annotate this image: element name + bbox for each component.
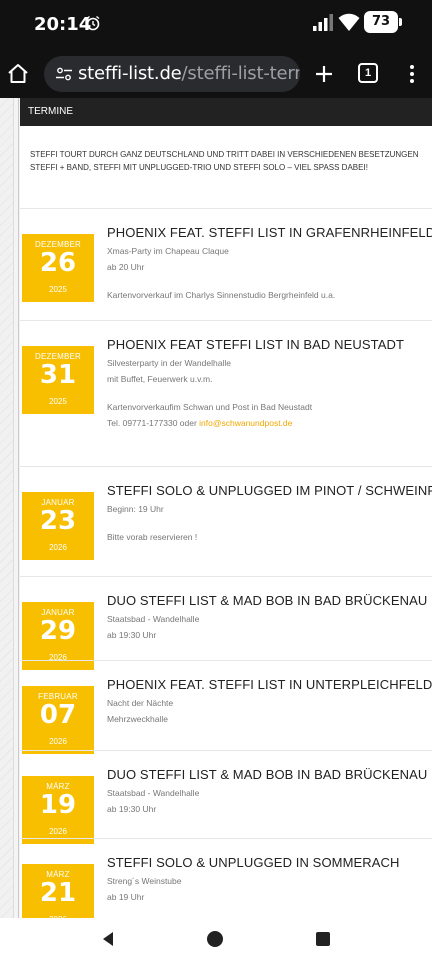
- url-domain: steffi-list.de: [78, 63, 182, 84]
- event-title[interactable]: DUO STEFFI LIST & MAD BOB IN BAD BRÜCKEN…: [107, 593, 427, 608]
- event-detail: Bitte vorab reservieren !: [107, 532, 197, 542]
- page-background-pattern: [0, 98, 14, 918]
- event-separator: [20, 466, 432, 467]
- event-day: 26: [39, 248, 77, 278]
- event-detail-text: Nacht der Nächte: [107, 698, 174, 708]
- event-date-badge: DEZEMBER 31 2025: [22, 346, 94, 414]
- event-detail: Kartenvorverkauf im Charlys Sinnenstudio…: [107, 290, 335, 300]
- event-detail-text: Kartenvorverkaufim Schwan und Post in Ba…: [107, 402, 313, 412]
- recent-apps-icon[interactable]: [316, 932, 330, 946]
- event-detail-text: ab 19:30 Uhr: [107, 804, 157, 814]
- event-detail-text: Bitte vorab reservieren !: [107, 532, 198, 542]
- event-year: 2025: [49, 397, 67, 406]
- tab-switcher-button[interactable]: 1: [358, 63, 378, 83]
- browser-toolbar: steffi-list.de/steffi-list-term 1: [0, 50, 432, 98]
- event-detail: Staatsbad - Wandelhalle: [107, 788, 199, 798]
- new-tab-icon[interactable]: [312, 62, 336, 86]
- status-time: 20:14: [34, 14, 92, 35]
- main-content: TERMINE STEFFI TOURT DURCH GANZ DEUTSCHL…: [20, 98, 432, 918]
- back-icon[interactable]: [100, 931, 116, 947]
- event-detail: Tel. 09771-177330 oder info@schwanundpos…: [107, 418, 292, 428]
- intro-line: STEFFI + BAND, STEFFI MIT UNPLUGGED-TRIO…: [30, 163, 368, 172]
- url-text: steffi-list.de/steffi-list-term: [78, 63, 300, 84]
- system-nav-bar: [0, 918, 432, 960]
- event-detail-text: ab 19:30 Uhr: [107, 630, 157, 640]
- event-year: 2025: [49, 285, 67, 294]
- event-separator: [20, 660, 432, 661]
- event-detail-text: Xmas-Party im Chapeau Claque: [107, 246, 229, 256]
- event-detail-text: Tel. 09771-177330 oder: [107, 418, 200, 428]
- event-day: 07: [39, 700, 77, 730]
- event-detail: Staatsbad - Wandelhalle: [107, 614, 199, 624]
- event-separator: [20, 750, 432, 751]
- event-detail: Kartenvorverkaufim Schwan und Post in Ba…: [107, 402, 312, 412]
- event-detail-text: mit Buffet, Feuerwerk u.v.m.: [107, 374, 213, 384]
- event-year: 2026: [49, 827, 67, 836]
- wifi-icon: [338, 13, 360, 31]
- event-day: 31: [39, 360, 77, 390]
- status-bar: 20:14 73: [0, 0, 432, 50]
- event-date-badge: MÄRZ212026: [22, 864, 94, 918]
- event-email-link[interactable]: info@schwanundpost.de: [199, 418, 292, 428]
- url-path: /steffi-list-term: [181, 63, 300, 84]
- event-detail-text: ab 20 Uhr: [107, 262, 145, 272]
- event-detail-text: Staatsbad - Wandelhalle: [107, 614, 200, 624]
- alarm-icon: [86, 15, 100, 31]
- home-icon[interactable]: [6, 62, 30, 86]
- event-detail-text: Streng´s Weinstube: [107, 876, 182, 886]
- event-day: 21: [39, 878, 77, 908]
- home-nav-icon[interactable]: [207, 931, 223, 947]
- event-title[interactable]: PHOENIX FEAT STEFFI LIST IN BAD NEUSTADT: [107, 337, 404, 352]
- battery-icon: 73: [364, 11, 402, 33]
- address-bar[interactable]: steffi-list.de/steffi-list-term: [44, 56, 300, 92]
- event-detail-text: Kartenvorverkauf im Charlys Sinnenstudio…: [107, 290, 336, 300]
- intro-text: STEFFI TOURT DURCH GANZ DEUTSCHLAND UND …: [30, 148, 432, 174]
- event-detail: ab 19:30 Uhr: [107, 630, 156, 640]
- event-detail-text: Beginn: 19 Uhr: [107, 504, 164, 514]
- web-page[interactable]: TERMINE STEFFI TOURT DURCH GANZ DEUTSCHL…: [0, 98, 432, 918]
- event-detail: Streng´s Weinstube: [107, 876, 182, 886]
- event-title[interactable]: PHOENIX FEAT. STEFFI LIST IN GRAFENRHEIN…: [107, 225, 432, 240]
- section-title-bar: TERMINE: [20, 98, 432, 126]
- event-detail-text: ab 19 Uhr: [107, 892, 145, 902]
- event-date-badge: JANUAR 23 2026: [22, 492, 94, 560]
- event-detail-text: Silvesterparty in der Wandelhalle: [107, 358, 231, 368]
- event-detail: mit Buffet, Feuerwerk u.v.m.: [107, 374, 213, 384]
- event-detail: ab 19:30 Uhr: [107, 804, 156, 814]
- page-border: [18, 98, 19, 918]
- event-separator: [20, 838, 432, 839]
- more-menu-icon[interactable]: [400, 62, 424, 86]
- event-detail: Nacht der Nächte: [107, 698, 173, 708]
- event-date-badge: FEBRUAR 07 2026: [22, 686, 94, 754]
- event-title[interactable]: PHOENIX FEAT. STEFFI LIST IN UNTERPLEICH…: [107, 677, 432, 692]
- event-year: 2026: [49, 737, 67, 746]
- signal-icon: [313, 14, 333, 31]
- event-year: 2026: [49, 543, 67, 552]
- event-separator: [20, 208, 432, 209]
- event-day: 23: [39, 506, 77, 536]
- event-day: 19: [39, 790, 77, 820]
- site-settings-icon[interactable]: [56, 67, 72, 81]
- event-detail-text: Mehrzweckhalle: [107, 714, 168, 724]
- event-date-badge: MÄRZ 19 2026: [22, 776, 94, 844]
- event-detail: Beginn: 19 Uhr: [107, 504, 164, 514]
- event-detail: Xmas-Party im Chapeau Claque: [107, 246, 229, 256]
- event-date-badge: DEZEMBER 26 2025: [22, 234, 94, 302]
- event-separator: [20, 320, 432, 321]
- event-detail: ab 19 Uhr: [107, 892, 144, 902]
- intro-line: STEFFI TOURT DURCH GANZ DEUTSCHLAND UND …: [30, 150, 419, 159]
- event-detail: Mehrzweckhalle: [107, 714, 168, 724]
- event-title[interactable]: STEFFI SOLO & UNPLUGGED IM PINOT / SCHWE…: [107, 483, 432, 498]
- event-title[interactable]: DUO STEFFI LIST & MAD BOB IN BAD BRÜCKEN…: [107, 767, 427, 782]
- event-day: 29: [39, 616, 77, 646]
- event-detail: ab 20 Uhr: [107, 262, 144, 272]
- event-detail-text: Staatsbad - Wandelhalle: [107, 788, 200, 798]
- event-detail: Silvesterparty in der Wandelhalle: [107, 358, 231, 368]
- event-separator: [20, 576, 432, 577]
- event-title[interactable]: STEFFI SOLO & UNPLUGGED IN SOMMERACH: [107, 855, 400, 870]
